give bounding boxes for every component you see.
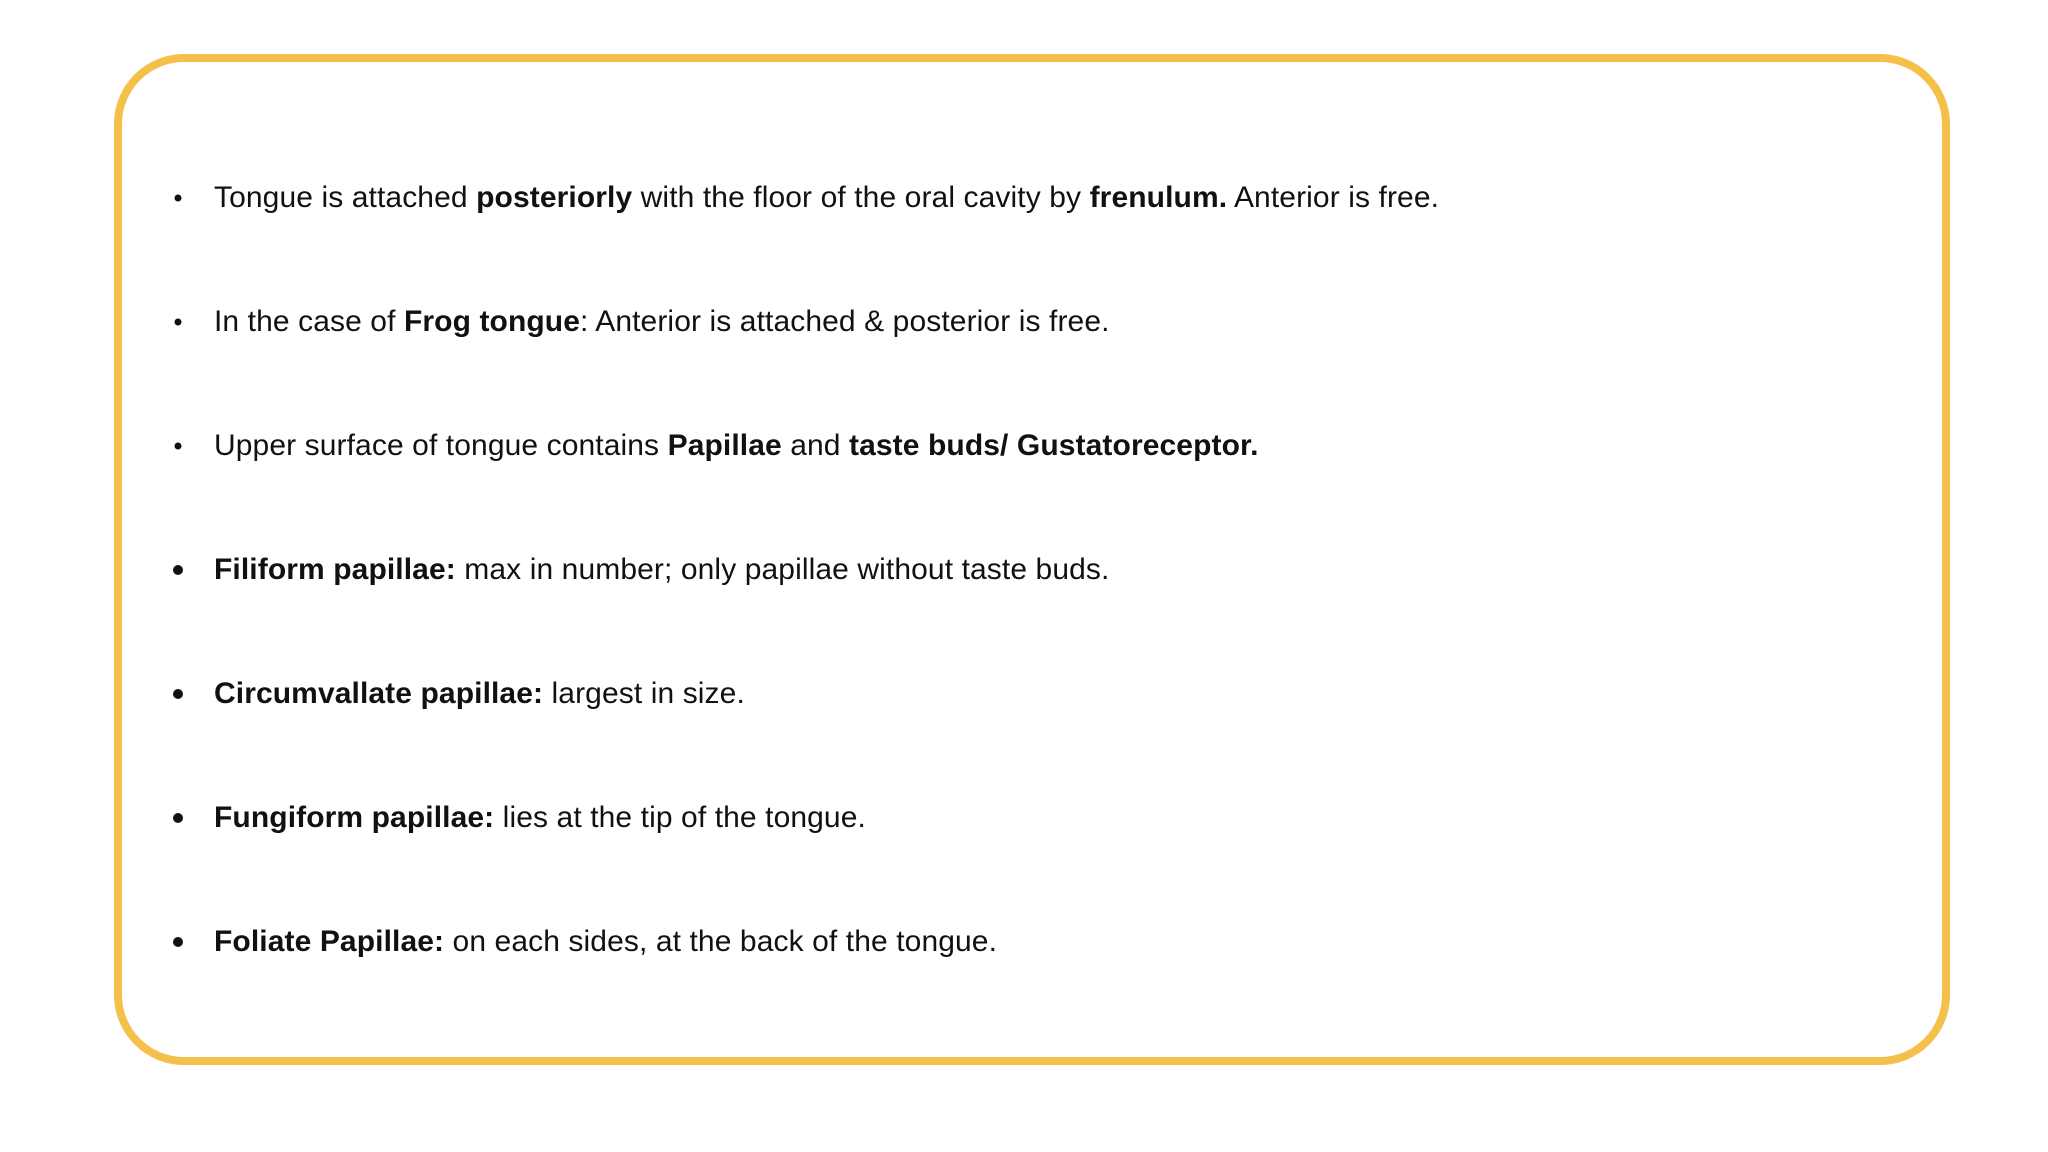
bullet-text: Upper surface of tongue contains Papilla… [214, 426, 1259, 466]
text-run: on each sides, at the back of the tongue… [444, 925, 998, 958]
bullet-text: Filiform papillae: max in number; only p… [214, 550, 1109, 590]
text-run: Anterior is free. [1227, 181, 1440, 214]
text-run: largest in size. [543, 677, 745, 710]
bullet-dot-icon [174, 442, 182, 450]
text-run: and [781, 429, 850, 462]
text-run: with the floor of the oral cavity by [632, 181, 1090, 214]
bold-text-run: Fungiform papillae: [214, 801, 495, 834]
bold-text-run: Filiform papillae: [214, 553, 456, 586]
bold-text-run: frenulum. [1089, 181, 1228, 214]
bullet-dot-icon [174, 194, 182, 202]
text-run: Tongue is attached [214, 181, 477, 214]
bullet-text: Foliate Papillae: on each sides, at the … [214, 922, 997, 962]
bullet-dot-icon [173, 813, 183, 823]
bullet-dot-icon [173, 689, 183, 699]
bold-text-run: Frog tongue [403, 305, 581, 338]
bullet-dot-icon [174, 318, 182, 326]
bold-text-run: Papillae [667, 429, 782, 462]
bullet-text: Circumvallate papillae: largest in size. [214, 674, 745, 714]
bold-text-run: Circumvallate papillae: [214, 677, 544, 710]
bullet-dot-icon [173, 565, 183, 575]
slide-frame: Tongue is attached posteriorly with the … [114, 54, 1950, 1065]
bold-text-run: Foliate Papillae: [214, 925, 445, 958]
bullet-text: Tongue is attached posteriorly with the … [214, 178, 1439, 218]
bullet-dot-icon [173, 937, 183, 947]
text-run: max in number; only papillae without tas… [455, 553, 1110, 586]
text-run: : Anterior is attached & posterior is fr… [580, 305, 1110, 338]
text-run: Upper surface of tongue contains [214, 429, 668, 462]
bullet-text: In the case of Frog tongue: Anterior is … [214, 302, 1110, 342]
bullet-list: Tongue is attached posteriorly with the … [122, 62, 1942, 1057]
text-run: lies at the tip of the tongue. [494, 801, 866, 834]
bullet-text: Fungiform papillae: lies at the tip of t… [214, 798, 866, 838]
text-run: In the case of [214, 305, 404, 338]
bold-text-run: posteriorly [476, 181, 633, 214]
bold-text-run: taste buds/ Gustatoreceptor. [849, 429, 1259, 462]
